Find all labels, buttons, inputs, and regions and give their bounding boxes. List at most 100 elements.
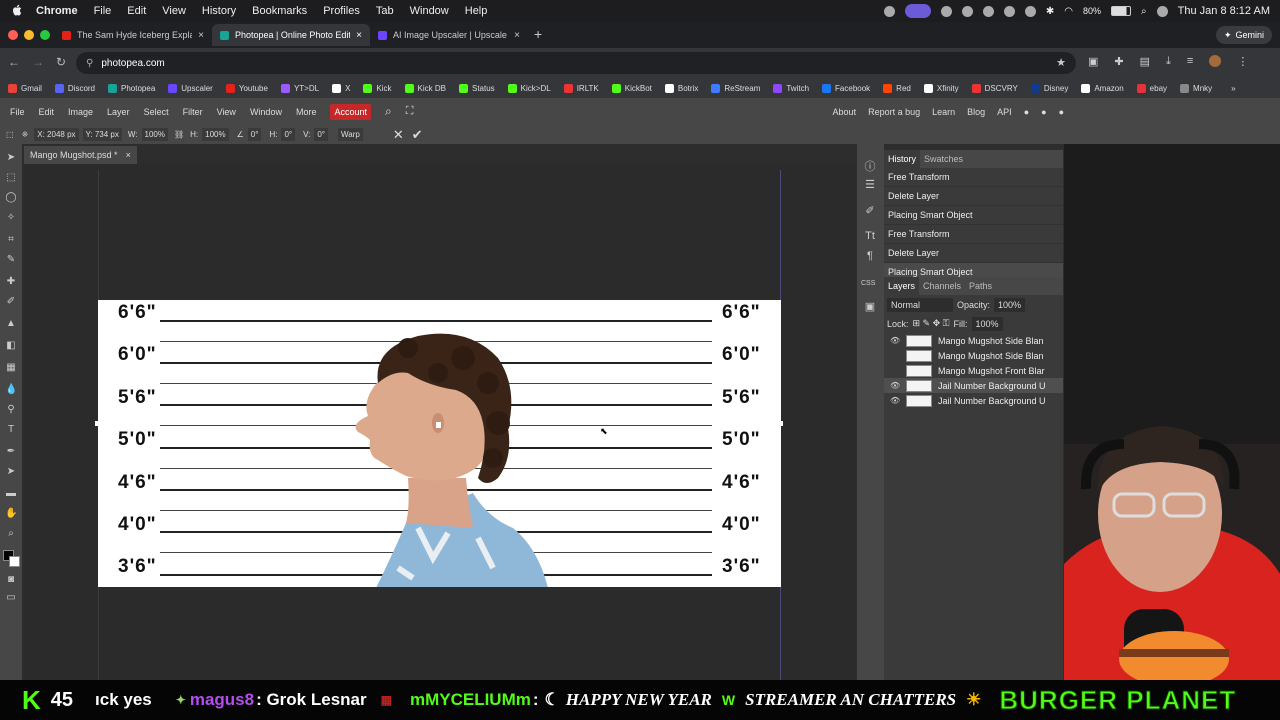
history-item[interactable]: Delete Layer — [884, 244, 1063, 263]
x-field[interactable]: X: 2048 px — [34, 128, 79, 141]
menubar-view[interactable]: View — [162, 5, 186, 17]
quick-mask-icon[interactable]: ◙ — [5, 574, 17, 586]
wifi-icon[interactable]: ◠ — [1064, 6, 1073, 17]
battery-percent[interactable]: 80% — [1083, 6, 1101, 16]
puzzle-icon[interactable]: ✚ — [1114, 55, 1123, 68]
zoom-tool-icon[interactable]: ⌕ — [5, 528, 17, 540]
pp-menu-file[interactable]: File — [10, 107, 25, 117]
bookmark-item[interactable]: Status — [458, 83, 495, 93]
menubar-tab[interactable]: Tab — [376, 5, 394, 17]
shape-tool-icon[interactable]: ▬ — [5, 488, 17, 500]
crop-tool-icon[interactable]: ⌗ — [5, 234, 17, 246]
reddit-icon[interactable]: ● — [1024, 107, 1029, 117]
eyedropper-icon[interactable]: ✎ — [5, 254, 17, 266]
css-icon[interactable]: CSS — [861, 280, 875, 294]
bookmark-item[interactable]: Kick>DL — [507, 83, 551, 93]
menubar-bookmarks[interactable]: Bookmarks — [252, 5, 307, 17]
info-icon[interactable]: ⓘ — [863, 158, 877, 173]
bookmark-item[interactable]: Youtube — [225, 83, 268, 93]
clock[interactable]: Thu Jan 8 8:12 AM — [1178, 5, 1270, 17]
pp-about-link[interactable]: About — [833, 107, 857, 117]
transform-handle[interactable] — [778, 421, 783, 426]
blur-tool-icon[interactable]: 💧 — [5, 384, 17, 396]
forward-icon[interactable]: → — [32, 55, 44, 69]
menubar-help[interactable]: Help — [465, 5, 488, 17]
bookmark-star-icon[interactable]: ★ — [1056, 56, 1066, 69]
bookmark-item[interactable]: KickBot — [611, 83, 652, 93]
gradient-tool-icon[interactable]: ▦ — [5, 362, 17, 374]
mugshot-image[interactable]: 6'6" 6'0" 5'6" 5'0" 4'6" 4'0" 3'6" 6'6" … — [98, 300, 781, 587]
pp-menu-image[interactable]: Image — [68, 107, 93, 117]
queue-icon[interactable]: ≡ — [1187, 55, 1193, 68]
skew-h-field[interactable]: 0° — [281, 128, 296, 141]
image-panel-icon[interactable]: ▣ — [863, 300, 877, 314]
status-icon[interactable] — [1003, 5, 1015, 17]
brush-tool-icon[interactable]: ✐ — [5, 296, 17, 308]
magic-wand-icon[interactable]: ✧ — [5, 212, 17, 224]
menubar-app-name[interactable]: Chrome — [36, 5, 78, 17]
pp-learn-link[interactable]: Learn — [932, 107, 955, 117]
menubar-window[interactable]: Window — [410, 5, 449, 17]
pen-tool-icon[interactable]: ✒ — [5, 446, 17, 458]
tab-upscaler[interactable]: AI Image Upscaler | Upscale i × — [370, 24, 528, 46]
w-field[interactable]: 100% — [141, 128, 168, 141]
character-icon[interactable]: Tt — [863, 230, 877, 244]
bookmark-item[interactable]: Upscaler — [168, 83, 213, 93]
pp-api-link[interactable]: API — [997, 107, 1012, 117]
bookmark-item[interactable]: Discord — [54, 83, 95, 93]
status-icon[interactable] — [961, 5, 973, 17]
menubar-profiles[interactable]: Profiles — [323, 5, 360, 17]
back-icon[interactable]: ← — [8, 55, 20, 69]
stamp-tool-icon[interactable]: ▲ — [5, 318, 17, 330]
screen-record-icon[interactable] — [904, 4, 931, 18]
play-icon[interactable] — [982, 5, 994, 17]
fullscreen-icon[interactable]: ⛶ — [406, 105, 414, 118]
menubar-history[interactable]: History — [202, 5, 236, 17]
account-button[interactable]: Account — [330, 103, 371, 120]
background-color-swatch[interactable] — [9, 556, 20, 567]
status-icon[interactable] — [883, 5, 895, 17]
pp-menu-view[interactable]: View — [217, 107, 236, 117]
minimize-window-button[interactable] — [24, 30, 34, 40]
close-tab-icon[interactable]: × — [356, 30, 362, 41]
search-icon[interactable]: ⌕ — [385, 104, 392, 119]
rotation-field[interactable]: 0° — [247, 128, 262, 141]
bookmark-item[interactable]: Red — [883, 83, 911, 93]
fill-field[interactable]: 100% — [971, 316, 1003, 331]
y-field[interactable]: Y: 734 px — [82, 128, 122, 141]
tab-swatches[interactable]: Swatches — [920, 154, 967, 164]
maximize-window-button[interactable] — [40, 30, 50, 40]
layer-item[interactable]: Mango Mugshot Front Blar — [884, 363, 1063, 378]
pp-menu-select[interactable]: Select — [144, 107, 169, 117]
warp-button[interactable]: Warp — [338, 128, 363, 141]
path-select-icon[interactable]: ➤ — [5, 466, 17, 478]
tab-photopea[interactable]: Photopea | Online Photo Edito × — [212, 24, 370, 46]
layer-item[interactable]: Mango Mugshot Side Blan — [884, 348, 1063, 363]
lasso-tool-icon[interactable]: ◯ — [5, 192, 17, 204]
tab-paths[interactable]: Paths — [965, 281, 996, 291]
transform-tool-icon[interactable]: ⬚ — [6, 130, 14, 139]
bookmark-item[interactable]: YT>DL — [280, 83, 319, 93]
opacity-field[interactable]: 100% — [994, 297, 1026, 312]
bookmark-item[interactable]: ReStream — [711, 83, 760, 93]
bookmark-item[interactable]: Xfinity — [923, 83, 959, 93]
history-item[interactable]: Delete Layer — [884, 187, 1063, 206]
site-info-icon[interactable]: ⚲ — [86, 58, 93, 69]
layer-item[interactable]: 👁 Jail Number Background U — [884, 393, 1063, 408]
h-field[interactable]: 100% — [202, 128, 229, 141]
pp-menu-layer[interactable]: Layer — [107, 107, 130, 117]
marquee-tool-icon[interactable]: ⬚ — [5, 172, 17, 184]
history-item[interactable]: Placing Smart Object — [884, 206, 1063, 225]
search-icon[interactable]: ⌕ — [1141, 6, 1147, 17]
bookmark-item[interactable]: X — [332, 83, 350, 93]
bookmark-item[interactable]: Gmail — [8, 83, 42, 93]
reload-icon[interactable]: ↻ — [56, 55, 66, 69]
sidepanel-icon[interactable]: ▤ — [1140, 55, 1150, 68]
menubar-edit[interactable]: Edit — [127, 5, 146, 17]
bookmark-item[interactable]: Mnky — [1180, 83, 1212, 93]
blend-mode-select[interactable]: Normal — [887, 297, 953, 312]
bluetooth-icon[interactable]: ✱ — [1046, 6, 1054, 17]
document-tab[interactable]: Mango Mugshot.psd * × — [24, 146, 137, 164]
bookmark-item[interactable]: Facebook — [822, 83, 870, 93]
paragraph-icon[interactable]: ¶ — [863, 250, 877, 264]
